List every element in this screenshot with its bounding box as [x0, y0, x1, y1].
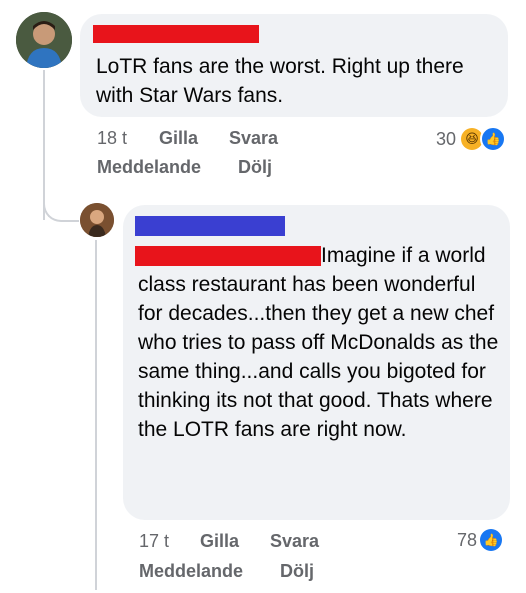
comment-text: LoTR fans are the worst. Right up there … — [96, 55, 464, 107]
reply-commenter-avatar[interactable] — [80, 203, 114, 237]
reply-text: Imagine if a world class restaurant has … — [138, 244, 499, 441]
avatar-photo — [80, 203, 114, 237]
hide-button[interactable]: Dölj — [238, 157, 272, 178]
redacted-author-name — [93, 25, 259, 43]
avatar-photo — [16, 12, 72, 68]
like-reaction-icon: 👍 — [480, 126, 507, 152]
like-button[interactable]: Gilla — [159, 128, 198, 149]
reply-timestamp[interactable]: 17 t — [139, 531, 169, 552]
redacted-author-name — [135, 216, 285, 236]
reaction-summary[interactable]: 78 👍 — [457, 529, 503, 551]
like-reaction-icon: 👍 — [480, 529, 503, 551]
like-button[interactable]: Gilla — [200, 531, 239, 552]
reaction-count: 30 — [436, 128, 457, 149]
reply-button[interactable]: Svara — [229, 128, 278, 149]
reply-button[interactable]: Svara — [270, 531, 319, 552]
reaction-count: 78 — [457, 529, 478, 550]
hide-button[interactable]: Dölj — [280, 561, 314, 582]
message-button[interactable]: Meddelande — [97, 157, 201, 178]
reply-thread-line — [95, 240, 97, 590]
commenter-avatar[interactable] — [16, 12, 72, 68]
reaction-summary[interactable]: 30 😆 👍 — [436, 126, 507, 152]
message-button[interactable]: Meddelande — [139, 561, 243, 582]
comment-timestamp[interactable]: 18 t — [97, 128, 127, 149]
thread-connector — [43, 190, 79, 222]
